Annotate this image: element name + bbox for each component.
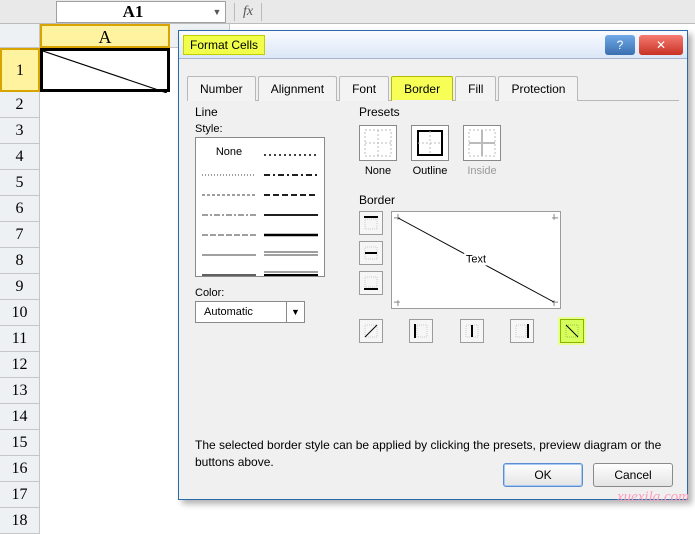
line-style-opt[interactable] [198, 166, 260, 180]
preset-outline[interactable]: Outline [411, 125, 449, 177]
tab-alignment[interactable]: Alignment [258, 76, 337, 101]
line-style-opt[interactable] [260, 186, 322, 200]
row-header-16[interactable]: 16 [0, 456, 40, 482]
border-left-button[interactable] [409, 319, 433, 343]
border-title: Border [359, 193, 659, 207]
line-style-list[interactable]: None [195, 137, 325, 277]
line-style-opt[interactable] [260, 246, 322, 260]
border-middle-h-button[interactable] [359, 241, 383, 265]
line-style-opt[interactable] [198, 246, 260, 260]
row-header-3[interactable]: 3 [0, 118, 40, 144]
line-style-opt[interactable] [260, 166, 322, 180]
select-all-corner[interactable] [0, 24, 40, 48]
line-style-none[interactable]: None [198, 146, 260, 160]
tab-protection[interactable]: Protection [498, 76, 578, 101]
color-value: Automatic [196, 306, 286, 318]
border-right-button[interactable] [510, 319, 534, 343]
row-header-14[interactable]: 14 [0, 404, 40, 430]
close-button[interactable]: ✕ [639, 35, 683, 55]
cell-a1[interactable] [40, 48, 170, 92]
row-header-4[interactable]: 4 [0, 144, 40, 170]
ok-button[interactable]: OK [503, 463, 583, 487]
row-header-17[interactable]: 17 [0, 482, 40, 508]
row-header-8[interactable]: 8 [0, 248, 40, 274]
presets-title: Presets [359, 105, 501, 119]
row-header-2[interactable]: 2 [0, 92, 40, 118]
tab-fill[interactable]: Fill [455, 76, 496, 101]
preset-none-icon [359, 125, 397, 161]
preset-none[interactable]: None [359, 125, 397, 177]
tab-strip: NumberAlignmentFontBorderFillProtection [187, 75, 679, 101]
border-top-button[interactable] [359, 211, 383, 235]
row-header-12[interactable]: 12 [0, 352, 40, 378]
style-label: Style: [195, 123, 345, 135]
line-style-opt[interactable] [260, 146, 322, 160]
cancel-button[interactable]: Cancel [593, 463, 673, 487]
tab-number[interactable]: Number [187, 76, 256, 101]
row-header-1[interactable]: 1 [0, 48, 40, 92]
name-box-dropdown-icon[interactable]: ▼ [209, 7, 225, 17]
close-icon: ✕ [656, 38, 666, 52]
help-button[interactable]: ? [605, 35, 635, 55]
tab-border[interactable]: Border [391, 76, 453, 101]
line-style-opt[interactable] [260, 266, 322, 280]
line-style-opt[interactable] [198, 266, 260, 280]
preset-inside: Inside [463, 125, 501, 177]
preset-inside-icon [463, 125, 501, 161]
dialog-title: Format Cells [183, 35, 265, 55]
column-header-a[interactable]: A [40, 24, 170, 48]
name-box[interactable]: A1 ▼ [56, 1, 226, 23]
line-style-opt[interactable] [260, 206, 322, 220]
row-header-5[interactable]: 5 [0, 170, 40, 196]
chevron-down-icon: ▼ [286, 302, 304, 322]
row-header-9[interactable]: 9 [0, 274, 40, 300]
row-header-18[interactable]: 18 [0, 508, 40, 534]
name-box-value: A1 [57, 2, 209, 22]
separator [234, 3, 235, 21]
line-section-title: Line [195, 105, 345, 119]
format-cells-dialog: Format Cells ? ✕ NumberAlignmentFontBord… [178, 30, 688, 500]
preview-text: Text [464, 253, 488, 265]
dialog-titlebar[interactable]: Format Cells ? ✕ [179, 31, 687, 59]
row-header-11[interactable]: 11 [0, 326, 40, 352]
fx-icon[interactable]: fx [243, 4, 253, 20]
row-header-13[interactable]: 13 [0, 378, 40, 404]
line-style-opt[interactable] [260, 226, 322, 240]
border-diag-up-button[interactable] [359, 319, 383, 343]
row-header-15[interactable]: 15 [0, 430, 40, 456]
border-middle-v-button[interactable] [460, 319, 484, 343]
separator [261, 3, 262, 21]
border-diag-down-button[interactable] [560, 319, 584, 343]
help-icon: ? [617, 38, 624, 52]
border-preview[interactable]: Text [391, 211, 561, 309]
formula-bar[interactable] [270, 1, 695, 23]
line-style-opt[interactable] [198, 186, 260, 200]
line-style-opt[interactable] [198, 206, 260, 220]
border-bottom-button[interactable] [359, 271, 383, 295]
preset-outline-icon [411, 125, 449, 161]
line-style-opt[interactable] [198, 226, 260, 240]
row-header-7[interactable]: 7 [0, 222, 40, 248]
row-header-10[interactable]: 10 [0, 300, 40, 326]
row-header-6[interactable]: 6 [0, 196, 40, 222]
tab-font[interactable]: Font [339, 76, 389, 101]
color-dropdown[interactable]: Automatic ▼ [195, 301, 305, 323]
color-label: Color: [195, 287, 345, 299]
